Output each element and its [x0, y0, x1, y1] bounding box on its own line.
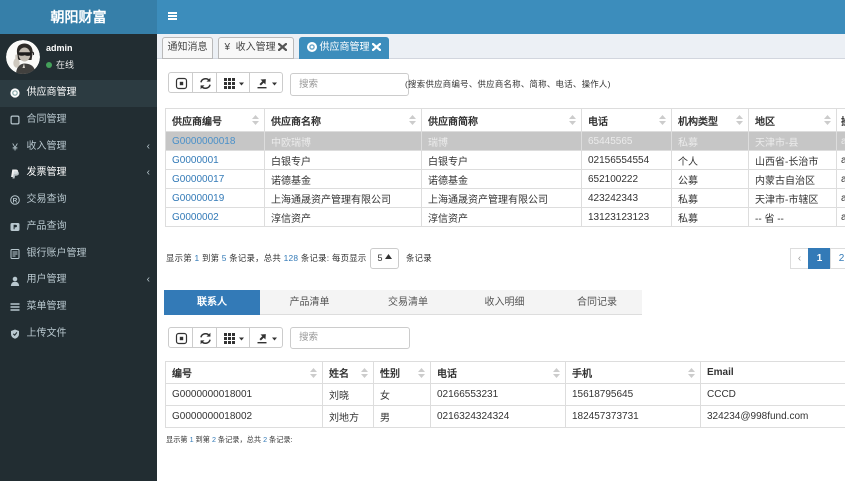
svg-text:¥: ¥ — [11, 142, 18, 151]
svg-text:R: R — [12, 198, 17, 205]
